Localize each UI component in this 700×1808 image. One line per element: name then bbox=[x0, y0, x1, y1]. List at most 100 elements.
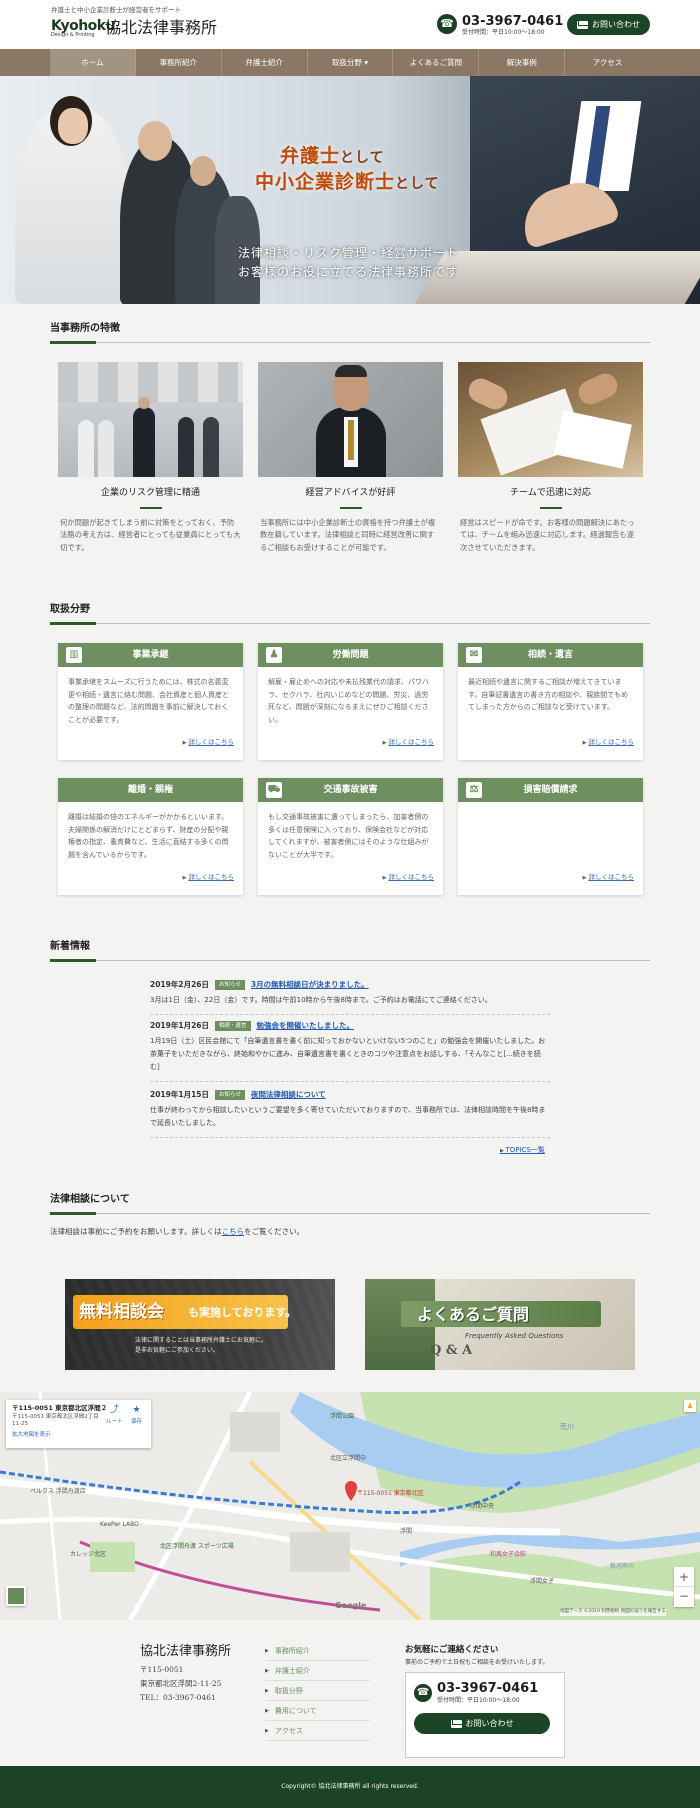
faq-banner[interactable]: よくあるご質問 Frequently Asked Questions Q & A bbox=[365, 1279, 635, 1370]
card-more-link[interactable]: 詳しくはこちら bbox=[583, 873, 635, 883]
practice-card-inheritance[interactable]: ✉ 相続・遺言 最近相続や遺言に関するご相談が増えてきています。自筆証書遺言の書き… bbox=[458, 643, 643, 760]
news-title-link[interactable]: 勉強会を開催いたしました。 bbox=[257, 1020, 355, 1031]
consult-heading: 法律相談について bbox=[50, 1192, 650, 1215]
card-title: 交通事故被害 bbox=[323, 785, 378, 795]
news-item: 2019年1月15日 お知らせ 夜間法律相談について 仕事が終わってから相談したいと… bbox=[150, 1089, 550, 1139]
google-map[interactable]: 〒115-0051 東京都北区 荒川 浮間公園 北区立浮間中 ペルクス 浮間舟渡… bbox=[0, 1392, 700, 1620]
map-info-box: 〒115-0051 東京都北区浮間２... 〒115-0051 東京都北区浮間2… bbox=[6, 1400, 151, 1448]
feature-title: 経営アドバイスが好評 bbox=[305, 488, 396, 498]
footer-link-practice[interactable]: 取扱分野 bbox=[265, 1681, 370, 1701]
footer-contact-title: お気軽にご連絡ください bbox=[405, 1645, 499, 1655]
practice-card-succession[interactable]: ▥ 事業承継 事業承継をスムーズに行うためには、株式の名義変更や相続・遺言に絡む問… bbox=[58, 643, 243, 760]
map-label-girls: 浮間女子 bbox=[530, 1578, 555, 1585]
map-attribution[interactable]: 地図データ ©2019 利用規約 地図の誤りを報告する bbox=[560, 1609, 666, 1616]
news-text: 3月は1日（金）、22日（金）です。時間は午前10時から午後8時まで。ご予約はお… bbox=[150, 994, 550, 1016]
logo-en-sub: Design & Printing bbox=[51, 32, 95, 38]
nav-cases[interactable]: 解決事例 bbox=[479, 49, 566, 76]
map-route-button[interactable]: ⤴ ルート bbox=[106, 1404, 123, 1426]
zoom-in-button[interactable]: + bbox=[674, 1567, 694, 1587]
topics-list-link[interactable]: ▶ TOPICS一覧 bbox=[500, 1145, 545, 1156]
nav-faq[interactable]: よくあるご質問 bbox=[393, 49, 480, 76]
map-label-arakawa: 荒川 bbox=[560, 1423, 574, 1431]
card-text: 解雇・雇止めへの対応や未払残業代の請求、パワハラ、セクハラ、社内いじめなどの問題… bbox=[268, 678, 429, 724]
news-text: 仕事が終わってから相談したいというご要望を多く寄せていただいておりますので、当事… bbox=[150, 1104, 550, 1139]
news-badge: お知らせ bbox=[215, 979, 245, 990]
banner2-main: よくあるご質問 bbox=[417, 1305, 530, 1324]
zoom-out-button[interactable]: − bbox=[674, 1587, 694, 1606]
banner1-sub2: 是非お気軽にご参加ください。 bbox=[135, 1347, 219, 1354]
map-label-park: 浮間公園 bbox=[330, 1413, 355, 1420]
nav-access[interactable]: アクセス bbox=[565, 49, 650, 76]
map-info-address: 〒115-0051 東京都北区浮間2丁目11-25 bbox=[12, 1413, 99, 1428]
card-title: 離婚・親権 bbox=[127, 785, 173, 795]
practice-card-labor[interactable]: ♟ 労働問題 解雇・雇止めへの対応や未払残業代の請求、パワハラ、セクハラ、社内いじ… bbox=[258, 643, 443, 760]
logo-jp[interactable]: 協北法律事務所 bbox=[105, 16, 217, 40]
footer-contact-button[interactable]: お問い合わせ bbox=[414, 1713, 550, 1734]
footer-contact-sub: 事前のご予約で土日祝もご相談をお受けいたします。 bbox=[405, 1659, 549, 1666]
card-more-link[interactable]: 詳しくはこちら bbox=[183, 738, 235, 748]
news-item: 2019年1月26日 相続・遺言 勉強会を開催いたしました。 1月19日（土）区民会… bbox=[150, 1020, 550, 1083]
footer-tel: TEL：03-3967-0461 bbox=[140, 1693, 216, 1702]
card-title: 労働問題 bbox=[332, 650, 369, 660]
free-consult-banner[interactable]: 無料相談会 も実施しております。 法律に関することは当事務所弁護士にお気軽に。 … bbox=[65, 1279, 335, 1370]
practice-heading: 取扱分野 bbox=[50, 602, 650, 625]
map-info-title: 〒115-0051 東京都北区浮間２... bbox=[12, 1404, 107, 1412]
header-contact-button[interactable]: お問い合わせ bbox=[567, 14, 650, 35]
chat-bubble-icon: ✉ bbox=[466, 647, 482, 663]
footer-contact-box: ☎ 03-3967-0461 受付時間：平日10:00〜18:00 お問い合わせ bbox=[405, 1672, 565, 1758]
card-more-link[interactable]: 詳しくはこちら bbox=[183, 873, 235, 883]
nav-practice[interactable]: 取扱分野 ▾ bbox=[308, 49, 394, 76]
card-more-link[interactable]: 詳しくはこちら bbox=[383, 873, 435, 883]
street-view-icon[interactable]: ♟ bbox=[684, 1400, 696, 1412]
news-text: 1月19日（土）区民会館にて「自筆遺言書を書く前に知っておかないといけない5つの… bbox=[150, 1035, 550, 1083]
nav-lawyers[interactable]: 弁護士紹介 bbox=[222, 49, 308, 76]
practice-card-damages[interactable]: ⚖ 損害賠償請求 詳しくはこちら bbox=[458, 778, 643, 895]
header-hours: 受付時間：平日10:00〜18:00 bbox=[462, 29, 545, 36]
header-contact-label: お問い合わせ bbox=[592, 19, 640, 29]
topics-list-label[interactable]: TOPICS一覧 bbox=[505, 1146, 544, 1154]
feature-text: 何か問題が起きてしまう前に対策をとっておく、予防法務の考え方は、経営者にとっても… bbox=[60, 517, 241, 553]
map-label-keeper: KeePer LABO bbox=[100, 1521, 139, 1528]
consult-link[interactable]: こちら bbox=[222, 1227, 245, 1236]
map-label-school: 北区立浮間中 bbox=[330, 1455, 367, 1462]
phone-icon: ☎ bbox=[437, 14, 457, 34]
site-footer: 協北法律事務所 〒115-0051 東京都北区浮間2-11-25 TEL：03-… bbox=[0, 1620, 700, 1765]
mail-icon bbox=[577, 20, 588, 29]
features-heading: 当事務所の特徴 bbox=[50, 321, 650, 344]
practice-card-traffic[interactable]: ⛟ 交通事故被害 もし交通事故被害に遭ってしまったら、加害者側の多くは任意保険に入… bbox=[258, 778, 443, 895]
card-text: もし交通事故被害に遭ってしまったら、加害者側の多くは任意保険に入っており、保険会… bbox=[268, 813, 429, 859]
footer-zip: 〒115-0051 bbox=[140, 1665, 184, 1674]
feature-text: 経営はスピードが命です。お客様の問題解決にあたっては、チームを組み迅速に対応しま… bbox=[460, 517, 635, 553]
map-label-hall: 和風女子会館 bbox=[490, 1551, 527, 1558]
news-badge: 相続・遺言 bbox=[215, 1020, 251, 1031]
practice-card-divorce[interactable]: 離婚・親権 離婚は結婚の倍のエネルギーがかかるといいます。夫婦関係の解消だけにと… bbox=[58, 778, 243, 895]
nav-home[interactable]: ホーム bbox=[50, 49, 136, 76]
news-date: 2019年1月15日 bbox=[150, 1090, 210, 1099]
map-pin-label: 〒115-0051 東京都北区 bbox=[357, 1490, 424, 1497]
copyright-bar: Copyright© 協北法律事務所 all rights reserved. bbox=[0, 1766, 700, 1808]
satellite-toggle[interactable] bbox=[6, 1586, 26, 1606]
card-more-link[interactable]: 詳しくはこちら bbox=[383, 738, 435, 748]
hero-heading-1: 弁護士として bbox=[280, 145, 385, 167]
footer-link-lawyers[interactable]: 弁護士紹介 bbox=[265, 1661, 370, 1681]
footer-link-office[interactable]: 事務所紹介 bbox=[265, 1641, 370, 1661]
map-enlarge-link[interactable]: 拡大地図を表示 bbox=[12, 1431, 145, 1439]
news-title-link[interactable]: 3月の無料相談日が決まりました。 bbox=[251, 979, 369, 990]
map-save-button[interactable]: ★ 保存 bbox=[131, 1404, 142, 1426]
footer-link-access[interactable]: アクセス bbox=[265, 1721, 370, 1741]
news-date: 2019年1月26日 bbox=[150, 1021, 210, 1030]
news-title-link[interactable]: 夜間法律相談について bbox=[251, 1089, 326, 1100]
star-icon: ★ bbox=[132, 1405, 141, 1415]
nav-office[interactable]: 事務所紹介 bbox=[136, 49, 222, 76]
hero-subtext-2: お客様のお役に立てる法律事務所です bbox=[238, 265, 460, 279]
footer-hours: 受付時間：平日10:00〜18:00 bbox=[437, 1697, 520, 1704]
banner1-tail: も実施しております。 bbox=[188, 1306, 297, 1319]
route-icon: ⤴ bbox=[109, 1405, 119, 1415]
card-text bbox=[458, 802, 643, 872]
building-icon: ▥ bbox=[66, 647, 82, 663]
card-more-link[interactable]: 詳しくはこちら bbox=[583, 738, 635, 748]
card-text: 事業承継をスムーズに行うためには、株式の名義変更や相続・遺言に絡む問題、会社資産… bbox=[68, 678, 229, 724]
footer-link-fees[interactable]: 費用について bbox=[265, 1701, 370, 1721]
news-badge: お知らせ bbox=[215, 1089, 245, 1100]
feature-text: 当事務所には中小企業診断士の資格を持つ弁護士が複数在籍しています。法律相談と同時… bbox=[260, 517, 436, 553]
